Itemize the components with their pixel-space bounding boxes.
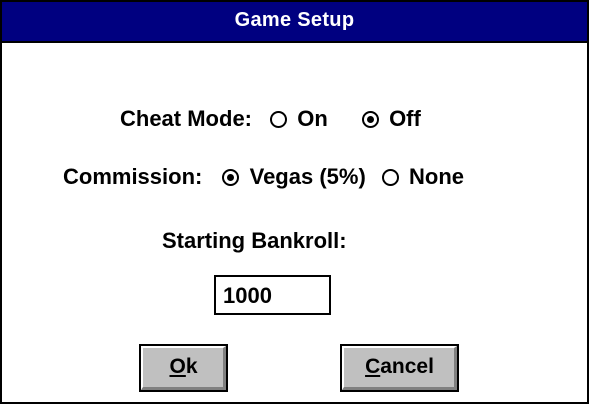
cheat-mode-on-option[interactable]: On	[270, 106, 328, 132]
commission-none-option[interactable]: None	[381, 164, 465, 190]
ok-label-rest: k	[185, 355, 198, 378]
commission-label: Commission:	[63, 164, 203, 189]
starting-bankroll-input[interactable]: 1000	[214, 275, 331, 315]
cheat-mode-off-label: Off	[389, 106, 421, 131]
radio-selected-dot-icon	[366, 116, 374, 123]
ok-button[interactable]: Ok	[139, 344, 228, 392]
cheat-mode-off-option[interactable]: Off	[361, 106, 421, 132]
cancel-mnemonic: C	[365, 355, 381, 378]
cheat-mode-label: Cheat Mode:	[120, 106, 252, 131]
commission-vegas-label: Vegas (5%)	[249, 164, 366, 189]
title-bar[interactable]: Game Setup	[2, 2, 587, 43]
commission-none-label: None	[409, 164, 465, 189]
game-setup-dialog: Game Setup Cheat Mode: On Off Commission…	[0, 0, 589, 404]
starting-bankroll-value: 1000	[223, 283, 272, 308]
cancel-button-label: Cancel	[342, 355, 457, 379]
cheat-mode-on-radio[interactable]	[270, 111, 288, 128]
cheat-mode-row: Cheat Mode: On Off	[120, 106, 421, 132]
radio-selected-dot-icon	[227, 174, 235, 181]
commission-vegas-radio[interactable]	[222, 169, 240, 186]
dialog-title: Game Setup	[234, 9, 355, 31]
commission-vegas-option[interactable]: Vegas (5%)	[222, 164, 366, 190]
commission-row: Commission: Vegas (5%) None	[63, 164, 464, 190]
ok-mnemonic: O	[169, 355, 186, 378]
cheat-mode-on-label: On	[297, 106, 328, 131]
commission-none-radio[interactable]	[381, 169, 399, 186]
cancel-button[interactable]: Cancel	[340, 344, 459, 392]
cheat-mode-off-radio[interactable]	[361, 111, 379, 128]
starting-bankroll-label: Starting Bankroll:	[162, 228, 347, 253]
cancel-label-rest: ancel	[380, 355, 434, 378]
ok-button-label: Ok	[141, 355, 226, 379]
